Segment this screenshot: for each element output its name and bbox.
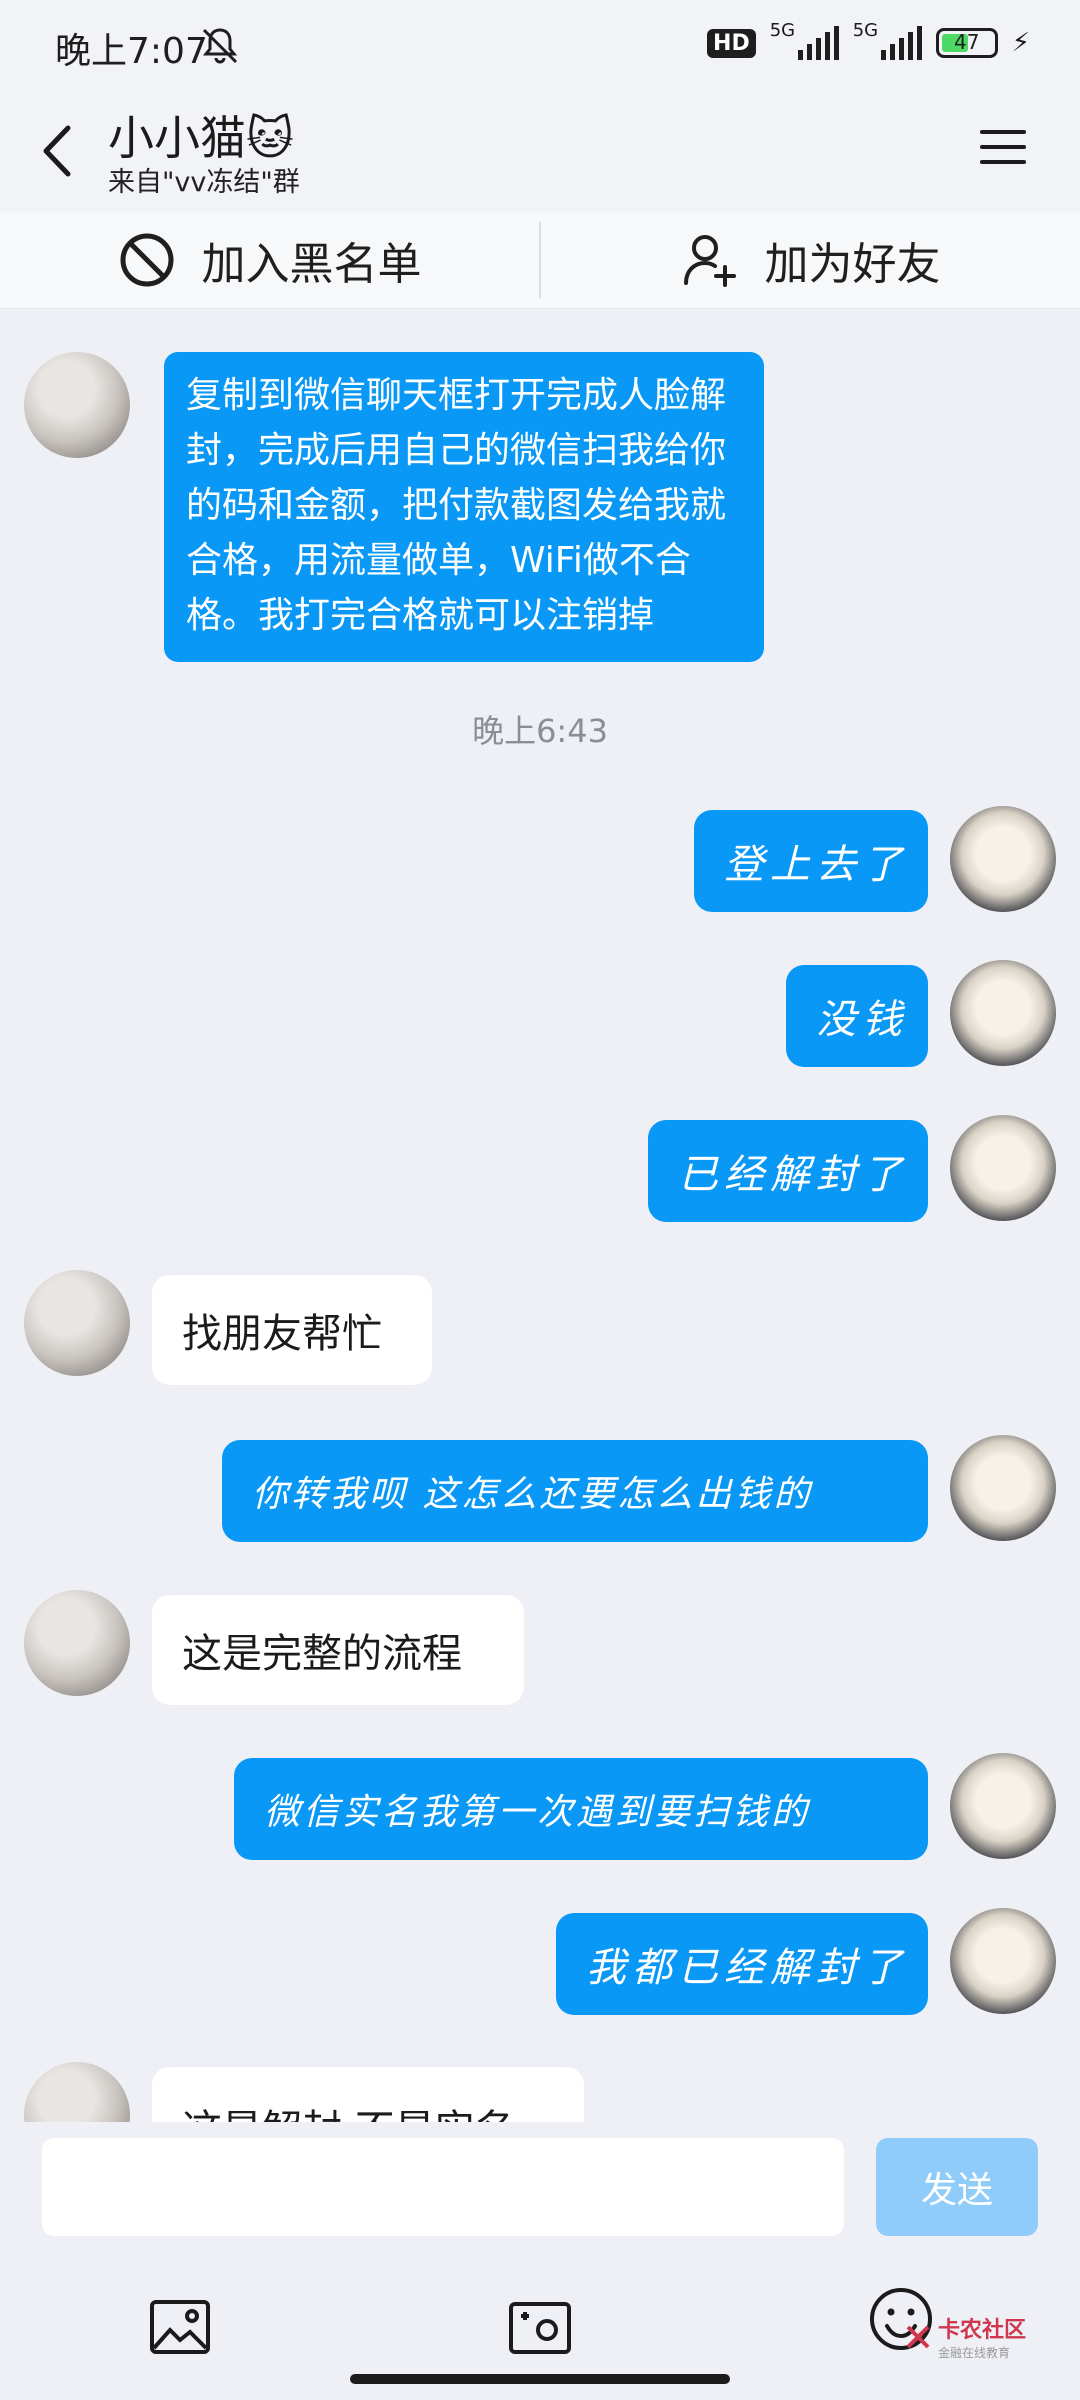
message-bubble[interactable]: 找朋友帮忙 — [152, 1275, 432, 1385]
watermark-title: 卡农社区 — [938, 2318, 1027, 2343]
back-arrow-icon[interactable] — [30, 116, 90, 186]
blacklist-button[interactable]: 加入黑名单 — [0, 212, 539, 308]
home-indicator[interactable] — [350, 2374, 730, 2384]
image-icon[interactable] — [146, 2292, 216, 2362]
watermark-subtitle: 金融在线教育 — [938, 2346, 1011, 2360]
watermark: 卡农社区 金融在线教育 — [904, 2312, 1026, 2361]
signal-1-label: 5G — [769, 20, 796, 41]
message-bubble[interactable]: 这是解封 不是实名 — [152, 2067, 584, 2122]
message-bubble[interactable]: 复制到微信聊天框打开完成人脸解封，完成后用自己的微信扫我给你的码和金额，把付款截… — [164, 352, 764, 662]
signal-2-icon: 5G — [853, 20, 922, 60]
message-bubble[interactable]: 没钱 — [786, 965, 928, 1067]
charging-icon: ⚡ — [1011, 28, 1030, 58]
message-bubble[interactable]: 已经解封了 — [648, 1120, 928, 1222]
watermark-logo-icon — [906, 2325, 930, 2348]
status-time: 晚上7:07 — [55, 31, 208, 72]
my-avatar[interactable] — [950, 960, 1056, 1066]
status-indicators: HD 5G 5G 47 ⚡ — [707, 20, 1030, 60]
menu-icon[interactable] — [978, 122, 1028, 172]
message-bubble[interactable]: 微信实名我第一次遇到要扫钱的 — [234, 1758, 928, 1860]
status-bar: 晚上7:07 HD 5G 5G 47 ⚡ — [0, 0, 1080, 100]
add-friend-label: 加为好友 — [764, 239, 941, 290]
sender-avatar[interactable] — [24, 2062, 130, 2122]
hd-badge: HD — [707, 28, 756, 58]
sender-avatar[interactable] — [24, 352, 130, 458]
message-timestamp: 晚上6:43 — [472, 712, 608, 750]
my-avatar[interactable] — [950, 1908, 1056, 2014]
message-input[interactable] — [42, 2138, 844, 2236]
camera-icon[interactable] — [505, 2292, 575, 2362]
signal-1-icon: 5G — [770, 20, 839, 60]
input-bar: 发送 — [0, 2122, 1080, 2262]
contact-action-bar: 加入黑名单 加为好友 — [0, 212, 1080, 309]
sender-avatar[interactable] — [24, 1270, 130, 1376]
my-avatar[interactable] — [950, 1435, 1056, 1541]
signal-2-label: 5G — [852, 20, 879, 41]
message-list[interactable]: 复制到微信聊天框打开完成人脸解封，完成后用自己的微信扫我给你的码和金额，把付款截… — [0, 310, 1080, 2122]
my-avatar[interactable] — [950, 806, 1056, 912]
send-button[interactable]: 发送 — [876, 2138, 1038, 2236]
block-icon — [120, 233, 173, 287]
add-friend-button[interactable]: 加为好友 — [541, 212, 1080, 308]
message-bubble[interactable]: 这是完整的流程 — [152, 1595, 524, 1705]
contact-source: 来自"vv冻结"群 — [108, 167, 300, 198]
message-bubble[interactable]: 登上去了 — [694, 810, 928, 912]
message-bubble[interactable]: 你转我呗 这怎么还要怎么出钱的 — [222, 1440, 928, 1542]
sender-avatar[interactable] — [24, 1590, 130, 1696]
battery-icon: 47 — [935, 28, 998, 58]
chat-header: 小小猫🐱 来自"vv冻结"群 — [0, 100, 1080, 212]
blacklist-label: 加入黑名单 — [201, 239, 422, 290]
message-bubble[interactable]: 我都已经解封了 — [556, 1913, 928, 2015]
battery-level: 47 — [954, 30, 980, 54]
my-avatar[interactable] — [950, 1115, 1056, 1221]
add-user-icon — [683, 235, 736, 287]
my-avatar[interactable] — [950, 1753, 1056, 1859]
mute-bell-icon — [202, 28, 238, 64]
contact-name: 小小猫🐱 — [108, 111, 294, 165]
